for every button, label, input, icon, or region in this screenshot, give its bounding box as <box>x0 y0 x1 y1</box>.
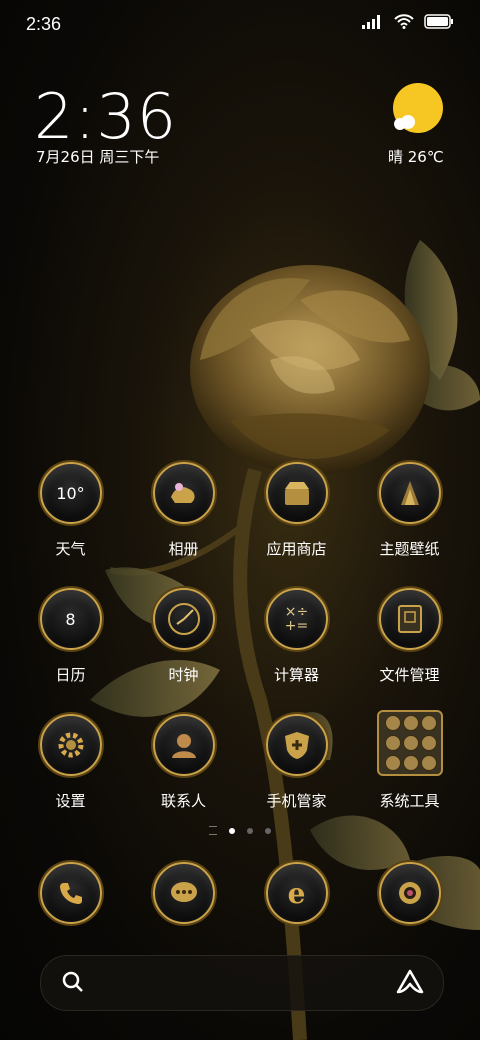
app-calendar[interactable]: 8 日历 <box>14 588 127 685</box>
file-manager-icon <box>378 588 441 650</box>
gallery-icon <box>152 462 215 524</box>
page-dot <box>265 827 271 834</box>
app-system-tools-folder[interactable]: 系统工具 <box>353 710 466 811</box>
security-icon <box>265 714 328 776</box>
dock-phone[interactable] <box>14 862 127 924</box>
settings-icon <box>39 714 102 776</box>
weather-app-icon: 10° <box>39 462 102 524</box>
app-store[interactable]: 应用商店 <box>240 462 353 559</box>
app-weather[interactable]: 10° 天气 <box>14 462 127 559</box>
app-label: 天气 <box>55 540 86 558</box>
app-settings[interactable]: 设置 <box>14 714 127 811</box>
app-label: 手机管家 <box>266 792 327 810</box>
search-bar[interactable] <box>40 955 444 1011</box>
app-label: 应用商店 <box>266 540 327 558</box>
themes-icon <box>378 462 441 524</box>
app-file-manager[interactable]: 文件管理 <box>353 588 466 685</box>
app-label: 时钟 <box>168 666 199 684</box>
page-dot <box>247 827 253 834</box>
status-bar: 2:36 <box>0 0 480 50</box>
assistant-icon[interactable] <box>395 968 425 996</box>
page-dot-active <box>229 827 235 834</box>
app-label: 设置 <box>55 792 86 810</box>
app-label: 系统工具 <box>379 792 440 810</box>
app-clock[interactable]: 时钟 <box>127 588 240 685</box>
app-gallery[interactable]: 相册 <box>127 462 240 559</box>
calculator-icon: ×÷ += <box>265 588 328 650</box>
browser-icon: e <box>265 862 328 924</box>
weather-summary: 晴 26℃ <box>388 148 444 166</box>
camera-icon <box>378 862 441 924</box>
app-contacts[interactable]: 联系人 <box>127 714 240 811</box>
dock-camera[interactable] <box>353 862 466 924</box>
page-indicator[interactable] <box>0 826 480 835</box>
clock-widget-time[interactable]: 2:36 <box>34 80 177 153</box>
app-label: 文件管理 <box>379 666 440 684</box>
clock-icon <box>152 588 215 650</box>
calendar-icon: 8 <box>39 588 102 650</box>
app-store-icon <box>265 462 328 524</box>
system-tools-folder-icon <box>376 710 443 776</box>
dock-messages[interactable] <box>127 862 240 924</box>
messages-icon <box>152 862 215 924</box>
contacts-icon <box>152 714 215 776</box>
weather-app-badge: 10° <box>56 483 85 503</box>
sunny-weather-icon[interactable] <box>390 82 446 138</box>
dock-browser[interactable]: e <box>240 862 353 924</box>
app-label: 日历 <box>55 666 86 684</box>
battery-icon <box>424 14 453 29</box>
app-label: 计算器 <box>273 666 319 684</box>
app-security[interactable]: 手机管家 <box>240 714 353 811</box>
page-list-icon <box>209 826 217 835</box>
dock: e <box>14 862 466 926</box>
phone-icon <box>39 862 102 924</box>
wifi-icon <box>394 14 414 29</box>
status-time: 2:36 <box>26 14 62 34</box>
signal-icon <box>362 14 380 29</box>
calendar-app-badge: 8 <box>65 609 76 629</box>
app-label: 联系人 <box>160 792 206 810</box>
app-themes[interactable]: 主题壁纸 <box>353 462 466 559</box>
app-label: 主题壁纸 <box>379 540 440 558</box>
clock-widget-date: 7月26日 周三下午 <box>36 148 160 166</box>
search-icon <box>62 971 83 992</box>
app-calculator[interactable]: ×÷ += 计算器 <box>240 588 353 685</box>
app-label: 相册 <box>168 540 199 558</box>
